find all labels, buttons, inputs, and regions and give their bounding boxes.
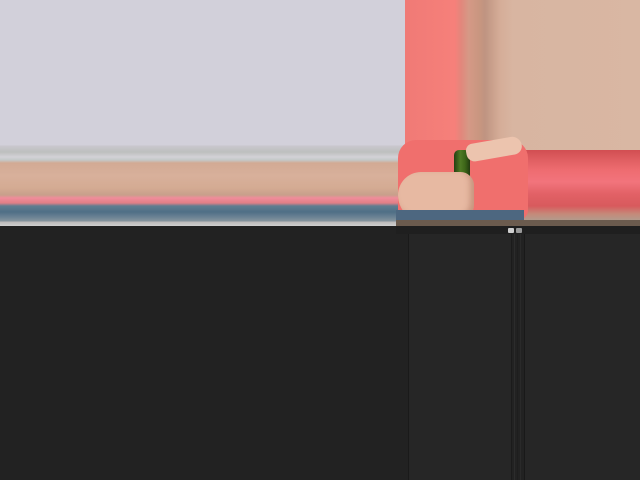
media-frame xyxy=(0,0,640,226)
grid-icon[interactable] xyxy=(516,228,522,233)
dark-panel-area xyxy=(0,226,640,480)
divider xyxy=(520,234,521,480)
divider xyxy=(517,234,518,480)
divider[interactable] xyxy=(511,234,512,480)
window-controls xyxy=(508,228,524,234)
right-panel xyxy=(524,234,640,480)
middle-panel xyxy=(408,234,511,480)
left-panel xyxy=(0,226,408,480)
divider xyxy=(514,234,515,480)
square-icon[interactable] xyxy=(508,228,514,233)
photo-red-band xyxy=(520,150,640,220)
streaked-background xyxy=(0,0,405,226)
